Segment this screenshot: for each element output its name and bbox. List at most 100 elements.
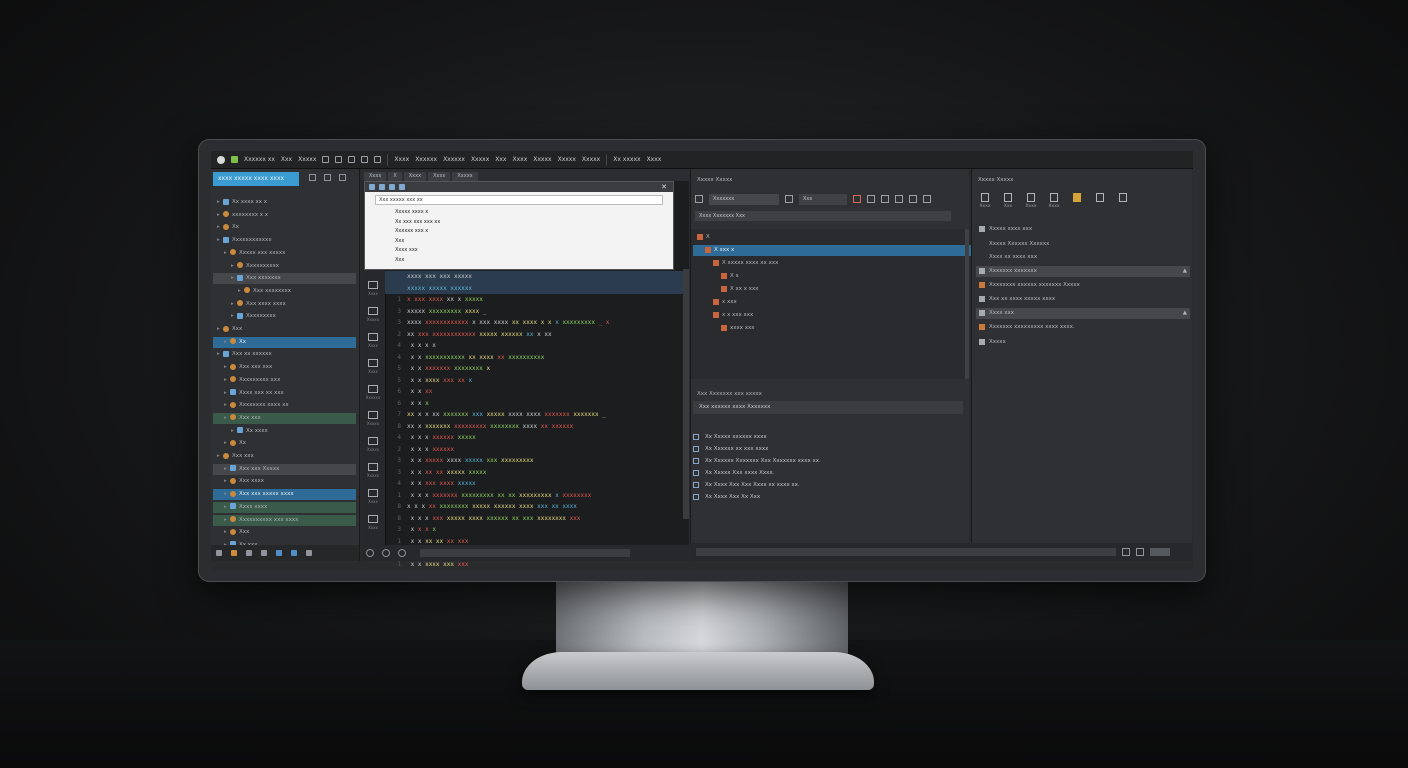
copy-icon[interactable] <box>335 156 343 163</box>
structure-dropdown[interactable]: Xxxxxxx <box>709 193 779 205</box>
code-line[interactable]: 3 xxxxx xxxxxxxxx xxxx _ <box>385 306 685 318</box>
link-button[interactable]: Xxxx <box>1047 193 1061 209</box>
folder-icon[interactable] <box>231 550 237 556</box>
refresh-icon[interactable] <box>389 184 395 190</box>
forward-icon[interactable] <box>379 184 385 190</box>
structure-dropdown-secondary[interactable]: Xxx <box>799 193 847 205</box>
tree-item[interactable]: ▸ Xxxx xxx xx xxx <box>213 388 356 399</box>
menu-item[interactable]: Xxxx <box>394 156 409 163</box>
tree-item[interactable]: ▸ Xxxxxxxxxx <box>213 261 356 272</box>
menu-item[interactable]: Xxxx <box>512 156 527 163</box>
menu-item[interactable]: Xxxxx <box>533 156 551 163</box>
structure-tree-item[interactable]: X xxxxx xxxx xx xxx <box>693 258 983 269</box>
code-line[interactable]: 8 x x x xxx xxxxx xxxx xxxxxx xx xxx xxx… <box>385 513 685 525</box>
problem-item[interactable]: Xx Xxxxxx Xxxxxxx Xxx Xxxxxxx xxxx xx. <box>693 455 821 467</box>
editor-tab[interactable]: Xxxx <box>364 172 387 181</box>
square-icon[interactable] <box>1136 548 1144 556</box>
chevron-right-icon[interactable]: ▸ <box>224 476 230 487</box>
copy-button[interactable] <box>1116 193 1130 209</box>
tree-item[interactable]: ▸ Xxx <box>213 324 356 335</box>
code-line[interactable]: 2 xx xxx xxxxxxxxxxxx xxxxx xxxxxx xx x x… <box>385 329 685 341</box>
arrow-right-icon[interactable] <box>909 195 917 203</box>
close-icon[interactable]: ✕ <box>661 183 667 191</box>
back-icon[interactable] <box>369 184 375 190</box>
chevron-right-icon[interactable]: ▸ <box>224 515 230 526</box>
tree-item[interactable]: ▸ Xxxxxxxxx <box>213 311 356 322</box>
chevron-right-icon[interactable]: ▸ <box>224 375 230 386</box>
menu-item[interactable]: Xxxxx <box>558 156 576 163</box>
plus-box-icon[interactable] <box>368 411 378 419</box>
paste-icon[interactable] <box>348 156 356 163</box>
code-line[interactable]: 1 x x x xxxxxxx xxxxxxxxx xx xx xxxxxxxx… <box>385 490 685 502</box>
problem-item[interactable]: Xx Xxxxx xxxxxx xxxx <box>693 431 767 443</box>
code-line[interactable]: 4 x x x xxxxxx xxxxx <box>385 432 685 444</box>
more-icon[interactable] <box>306 550 312 556</box>
structure-tree-item[interactable]: X <box>693 232 967 243</box>
delete-icon[interactable] <box>853 195 861 203</box>
tree-item[interactable]: ▸ Xxx xxx <box>213 451 356 462</box>
tree-item[interactable]: ▸ Xxxxx xxx xxxxx <box>213 248 356 259</box>
chevron-right-icon[interactable]: ▸ <box>224 248 230 259</box>
property-row[interactable]: Xxxxxxxx xxxxxx xxxxxxx Xxxxx <box>976 280 1190 291</box>
new-file-button[interactable]: Xxxx <box>978 193 992 209</box>
chevron-right-icon[interactable]: ▸ <box>231 299 237 310</box>
app-logo-icon[interactable] <box>217 155 225 164</box>
code-line[interactable]: xxxx xxx xxx xxxxx <box>385 271 685 283</box>
tree-item[interactable]: ▸ xxxxxxxx x x <box>213 210 356 221</box>
checkbox[interactable] <box>693 457 699 464</box>
debug-icon[interactable] <box>291 550 297 556</box>
popup-item[interactable]: Xxxx xxx <box>365 246 673 256</box>
arrow-up-icon[interactable] <box>881 195 889 203</box>
code-line[interactable]: 3 x x xx xx xxxxx xxxxx <box>385 467 685 479</box>
editor-tab[interactable]: Xxxx <box>403 172 427 181</box>
chevron-right-icon[interactable]: ▸ <box>224 438 230 449</box>
checkbox[interactable] <box>693 469 699 476</box>
settings-icon[interactable] <box>216 550 222 556</box>
code-line[interactable]: 3 x x x x <box>385 524 685 536</box>
project-selector-button[interactable]: xxxx xxxxx xxxx xxxx <box>213 172 299 186</box>
editor-scrollbar[interactable] <box>683 269 689 519</box>
menu-item[interactable]: Xxxxxx xx <box>244 156 275 163</box>
tree-item[interactable]: ▸ Xxxxxxxxxxxx <box>213 235 356 246</box>
menu-item[interactable]: Xxxxxx <box>415 156 437 163</box>
sync-icon[interactable] <box>398 549 406 557</box>
save-button[interactable]: Xxx <box>1001 193 1015 209</box>
file-icon[interactable] <box>785 195 793 203</box>
popup-item[interactable]: Xxxxxx xxx x <box>365 227 673 237</box>
tree-item[interactable]: ▸ Xxx xxxxxxx <box>213 273 356 285</box>
code-line[interactable]: 6 x x xx <box>385 386 685 398</box>
settings-icon[interactable] <box>695 195 703 203</box>
edit-button[interactable]: Xxxx <box>1024 193 1038 209</box>
collapse-icon[interactable]: ▲ <box>1183 308 1187 319</box>
code-line[interactable]: 1x xxx xxxx xx x xxxxx <box>385 294 685 306</box>
grid-icon[interactable] <box>923 195 931 203</box>
close-icon[interactable] <box>1122 548 1130 556</box>
popup-item[interactable]: Xxx <box>365 237 673 247</box>
code-line[interactable]: 3 xxxx xxxxxxxxxxxx x xxx xxxx xx xxxx x … <box>385 317 685 329</box>
tree-item[interactable]: ▸ Xxx xxx <box>213 412 356 424</box>
circle-icon[interactable] <box>368 463 378 471</box>
person-icon[interactable] <box>368 437 378 445</box>
arrow-left-icon[interactable] <box>867 195 875 203</box>
problem-item[interactable]: Xx Xxxx Xxx Xx Xxx <box>693 491 760 503</box>
popup-item[interactable]: Xxx <box>365 256 673 266</box>
status-button[interactable] <box>1150 548 1170 556</box>
structure-tree-item[interactable]: X x <box>693 271 991 282</box>
structure-filter-input[interactable]: Xxxx Xxxxxxx Xxx <box>695 211 951 221</box>
code-line[interactable]: 4 x x x x <box>385 340 685 352</box>
tree-item[interactable]: ▸ Xxx xxx xxx <box>213 362 356 373</box>
code-line[interactable]: 2 x x x xxxxxx <box>385 444 685 456</box>
menu-item[interactable]: Xxx <box>281 156 292 163</box>
document-button[interactable] <box>1093 193 1107 209</box>
menu-item[interactable]: Xxxxx <box>582 156 600 163</box>
box-icon[interactable] <box>368 489 378 497</box>
window-icon[interactable] <box>368 515 378 523</box>
settings-icon[interactable] <box>324 174 331 181</box>
collapse-icon[interactable]: ▲ <box>1183 266 1187 277</box>
structure-tree-item[interactable]: x x xxx xxx <box>693 310 983 321</box>
code-line[interactable]: 8x x x xx xxxxxxxx xxxxx xxxxxx xxxx xxx… <box>385 501 685 513</box>
property-row[interactable]: Xxxxxxx xxxxxxx ▲ <box>976 266 1190 277</box>
tree-item[interactable]: ▸ Xxx xxx Xxxxx <box>213 463 356 475</box>
save-icon[interactable] <box>322 156 330 163</box>
tree-item[interactable]: ▸ Xx <box>213 222 356 233</box>
